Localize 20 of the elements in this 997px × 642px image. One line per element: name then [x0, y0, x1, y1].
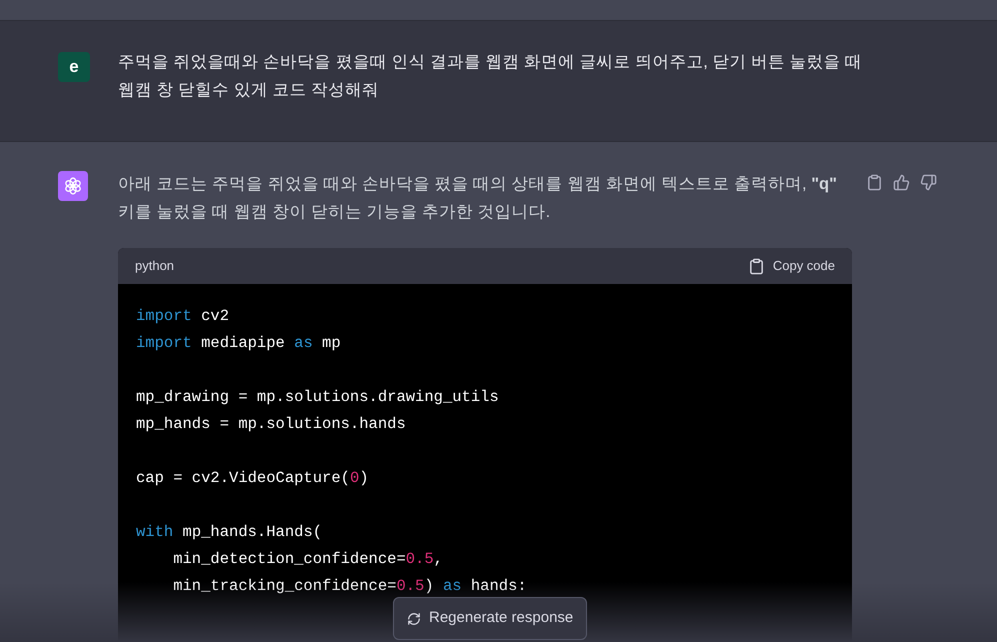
regenerate-response-button[interactable]: Regenerate response: [393, 597, 588, 640]
user-message-text: 주먹을 쥐었을때와 손바닥을 폈을때 인식 결과를 웹캠 화면에 글씨로 띄어주고, 닫기 버튼 눌렀을 때 웹캠 창 닫힐수 있게 코드 작성해줘: [118, 52, 863, 101]
user-avatar: e: [58, 52, 90, 82]
copy-code-button[interactable]: Copy code: [748, 256, 835, 276]
code-line: import mediapipe as mp: [136, 333, 341, 354]
code-language: python: [135, 257, 174, 276]
code-line: cap = cv2.VideoCapture(0): [136, 468, 369, 489]
code-line: min_detection_confidence=0.5,: [172, 549, 443, 570]
assistant-message-text: 아래 코드는 주먹을 쥐었을 때와 손바닥을 폈을 때의 상태를 웹캠 화면에 텍스트로 출력하며, "q" 키를 눌렀을 때 웹캠 창이 닫히는 기능을 추가한 것입니다.: [118, 174, 838, 223]
knot-logo-icon: [63, 176, 83, 196]
clipboard-icon: [748, 258, 765, 274]
code-line: with mp_hands.Hands(: [136, 522, 322, 543]
clipboard-icon[interactable]: [866, 174, 883, 191]
code-line: min_tracking_confidence=0.5) as hands:: [172, 576, 527, 597]
thumbs-down-icon[interactable]: [920, 174, 937, 191]
code-line: import cv2: [136, 306, 230, 327]
code-line: mp_hands = mp.solutions.hands: [136, 414, 406, 435]
thumbs-up-icon[interactable]: [893, 174, 910, 191]
refresh-icon: [407, 612, 421, 626]
code-line: mp_drawing = mp.solutions.drawing_utils: [136, 387, 499, 408]
